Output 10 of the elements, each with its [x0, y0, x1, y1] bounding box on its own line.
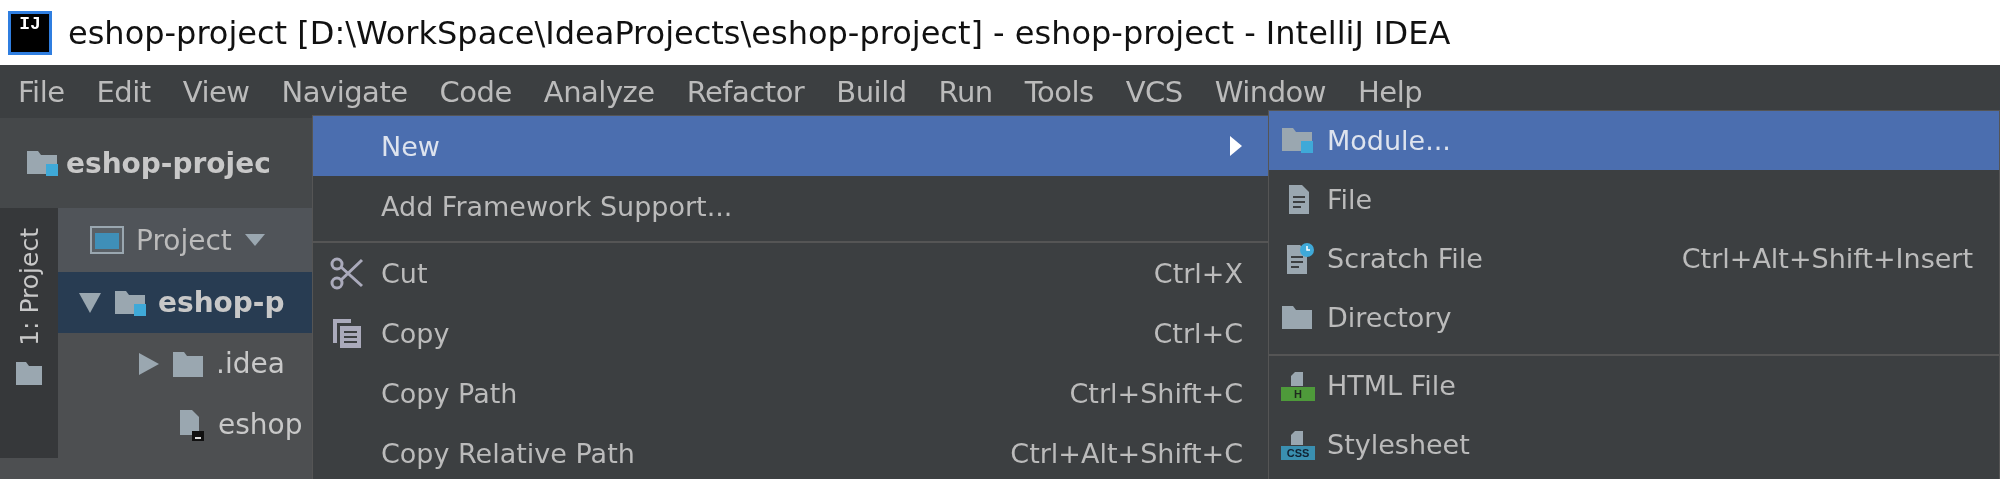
- tree-item-label: .idea: [216, 347, 285, 380]
- window-title: eshop-project [D:\WorkSpace\IdeaProjects\eshop-project] - eshop-project - IntelliJ IDEA: [68, 13, 1451, 52]
- app-logo: IJ: [8, 10, 52, 55]
- shortcut-text: Ctrl+Alt+Shift+Insert: [1681, 243, 1973, 274]
- shortcut-text: Ctrl+Alt+Shift+C: [1010, 437, 1243, 469]
- tree-item-label: eshop: [218, 408, 303, 441]
- shortcut-text: Ctrl+X: [1153, 257, 1243, 289]
- shortcut-text: Ctrl+Shift+C: [1069, 377, 1243, 409]
- tree-item-label: eshop-p: [158, 286, 285, 319]
- shortcut-text: Ctrl+C: [1153, 317, 1243, 349]
